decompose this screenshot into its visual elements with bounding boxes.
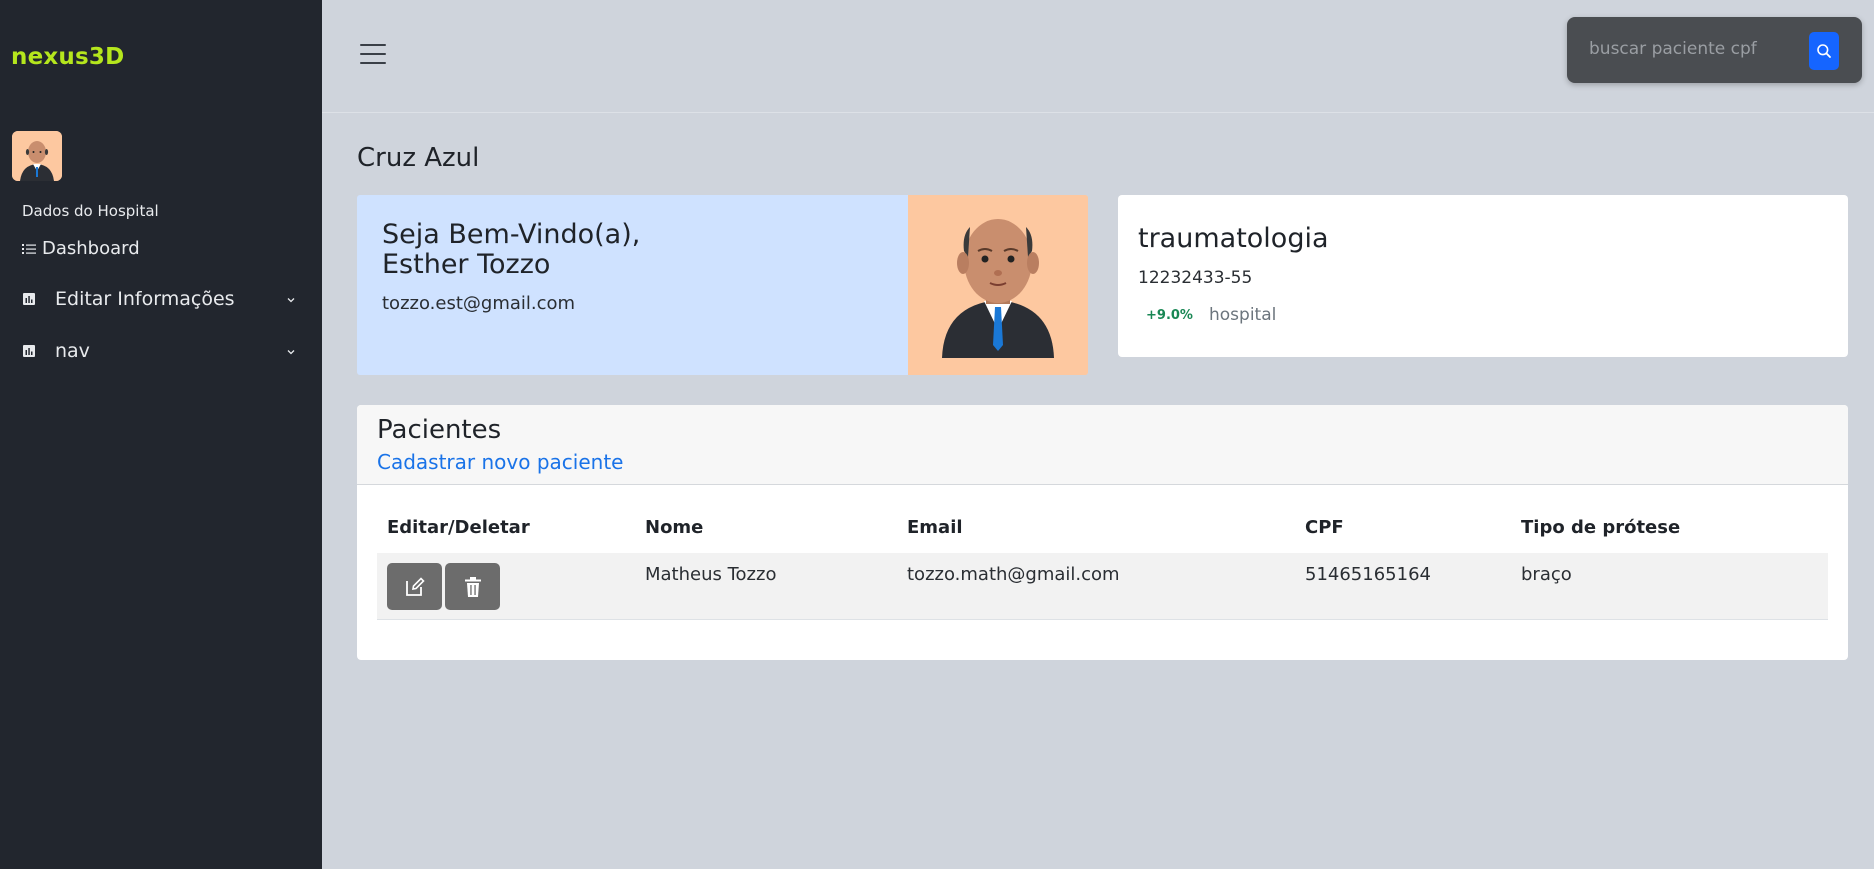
column-header: Nome [645, 517, 704, 538]
info-number: 12232433-55 [1138, 268, 1253, 288]
sidebar-item-editar-informacoes[interactable]: Editar Informações [22, 288, 297, 310]
search-button[interactable] [1809, 32, 1839, 70]
patients-card: Pacientes Cadastrar novo paciente Editar… [357, 405, 1848, 660]
menu-toggle-icon[interactable] [360, 44, 386, 66]
search-form [1567, 17, 1862, 83]
welcome-greeting: Seja Bem-Vindo(a), Esther Tozzo [382, 220, 640, 280]
welcome-card: Seja Bem-Vindo(a), Esther Tozzo tozzo.es… [357, 195, 1088, 375]
patient-prosthesis-type: braço [1521, 564, 1572, 585]
edit-icon [405, 576, 425, 596]
sidebar-item-label: Editar Informações [55, 288, 235, 310]
percent-badge: +9.0% [1146, 308, 1193, 323]
search-input[interactable] [1577, 32, 1792, 66]
info-title: traumatologia [1138, 223, 1329, 254]
topbar [322, 0, 1874, 113]
search-icon [1817, 44, 1831, 58]
chart-icon [23, 345, 35, 357]
sidebar-item-label: Dashboard [42, 238, 140, 259]
trash-icon [464, 576, 481, 597]
patient-email: tozzo.math@gmail.com [907, 564, 1120, 585]
table-header: Editar/Deletar Nome Email CPF Tipo de pr… [377, 517, 1794, 557]
avatar-illustration [908, 195, 1088, 375]
sidebar: nexus3D Dados do Hospital Dashboard Edit… [0, 0, 322, 869]
sidebar-item-nav[interactable]: nav [22, 340, 297, 362]
chevron-down-icon [287, 298, 295, 303]
user-avatar [12, 131, 62, 181]
column-header: Tipo de prótese [1521, 517, 1681, 538]
app-logo[interactable]: nexus3D [11, 44, 124, 70]
edit-button[interactable] [387, 563, 442, 610]
delete-button[interactable] [445, 563, 500, 610]
page-title: Cruz Azul [357, 143, 480, 173]
patients-header: Pacientes Cadastrar novo paciente [357, 405, 1848, 485]
hospital-info-card: traumatologia 12232433-55 +9.0% hospital [1118, 195, 1848, 357]
list-icon [22, 243, 36, 254]
welcome-line-1: Seja Bem-Vindo(a), [382, 219, 641, 250]
sidebar-item-dashboard[interactable]: Dashboard [22, 238, 140, 259]
column-header: Email [907, 517, 963, 538]
sidebar-item-label: nav [55, 340, 90, 362]
patient-cpf: 51465165164 [1305, 564, 1431, 585]
info-subtitle: hospital [1209, 305, 1277, 325]
user-illustration [908, 195, 1088, 375]
patients-title: Pacientes [377, 415, 502, 445]
column-header: Editar/Deletar [387, 517, 530, 538]
chevron-down-icon [287, 350, 295, 355]
avatar-illustration [12, 131, 62, 181]
welcome-user-name: Esther Tozzo [382, 249, 551, 280]
table-row: Matheus Tozzo tozzo.math@gmail.com 51465… [377, 553, 1828, 620]
sidebar-section-label: Dados do Hospital [22, 202, 159, 220]
chart-icon [23, 293, 35, 305]
column-header: CPF [1305, 517, 1344, 538]
patient-name: Matheus Tozzo [645, 564, 777, 585]
welcome-email: tozzo.est@gmail.com [382, 293, 576, 314]
add-patient-link[interactable]: Cadastrar novo paciente [377, 450, 623, 474]
